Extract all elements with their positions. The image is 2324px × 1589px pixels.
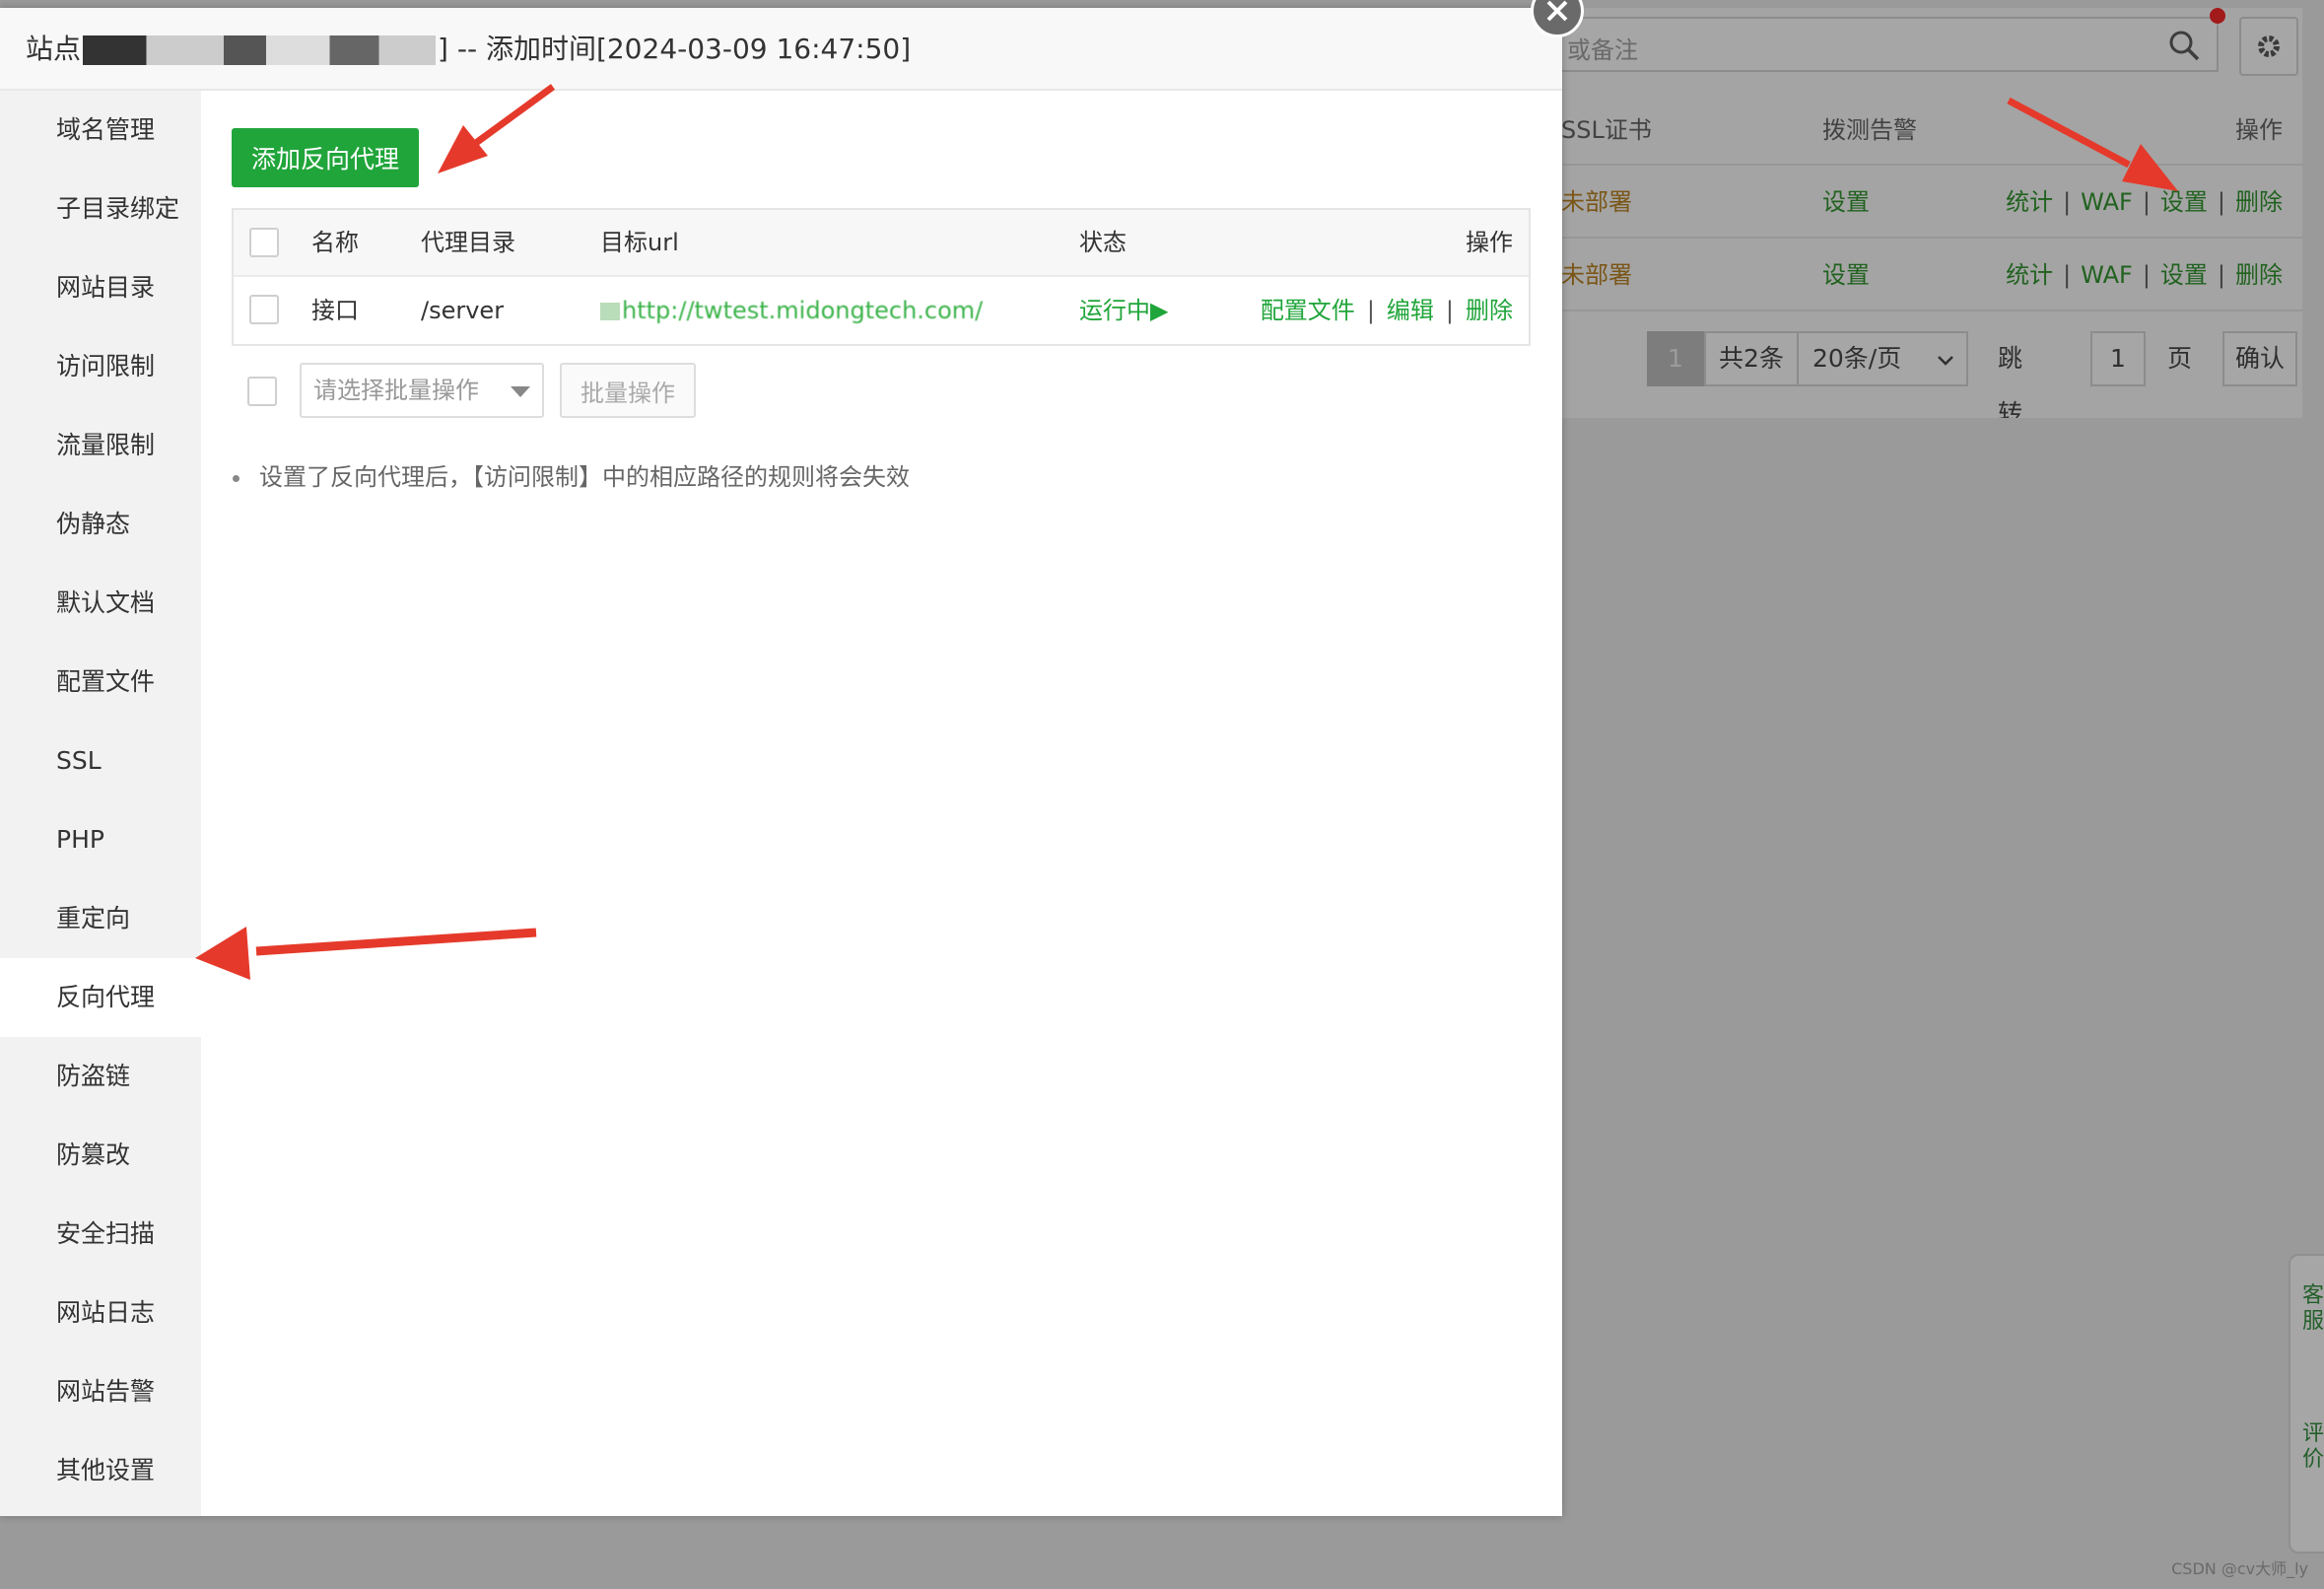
bg-waf-link[interactable]: WAF	[2081, 188, 2133, 216]
gear-icon	[2258, 35, 2280, 57]
url-redaction	[600, 303, 620, 320]
sidebar-item-ssl[interactable]: SSL	[0, 722, 201, 800]
edit-link[interactable]: 编辑	[1387, 297, 1434, 324]
batch-checkbox[interactable]	[247, 377, 277, 406]
target-url: http://twtest.midongtech.com/	[600, 277, 983, 344]
bg-stats-link[interactable]: 统计	[2006, 261, 2053, 289]
sidebar-item-security-scan[interactable]: 安全扫描	[0, 1195, 201, 1274]
sidebar-item-config-file[interactable]: 配置文件	[0, 643, 201, 722]
bg-table-row: 未部署 设置 统计 | WAF | 设置 | 删除	[1561, 239, 2302, 311]
bg-col-ops: 操作	[2235, 116, 2283, 144]
table-header: 名称 代理目录 目标url 状态 操作	[234, 210, 1529, 277]
per-page-select[interactable]: 20条/页	[1797, 331, 1968, 386]
proxy-dir: /server	[421, 297, 505, 324]
bg-stats-link[interactable]: 统计	[2006, 188, 2053, 216]
sidebar-item-reverse-proxy[interactable]: 反向代理	[0, 958, 201, 1037]
title-suffix: ] -- 添加时间[2024-03-09 16:47:50]	[438, 33, 912, 65]
sidebar-item-site-log[interactable]: 网站日志	[0, 1274, 201, 1352]
sidebar-item-subdir[interactable]: 子目录绑定	[0, 170, 201, 248]
bg-delete-link[interactable]: 删除	[2235, 261, 2283, 289]
reverse-proxy-panel: 添加反向代理 名称 代理目录 目标url 状态 操作 接口 /server ht…	[201, 91, 1562, 1516]
bg-ssl-status[interactable]: 未部署	[1561, 239, 1632, 311]
bg-col-alarm: 拨测告警	[1822, 116, 1917, 144]
page-unit: 页	[2167, 344, 2193, 373]
bg-alarm-link[interactable]: 设置	[1822, 239, 1870, 311]
col-target-url: 目标url	[600, 229, 679, 256]
config-file-link[interactable]: 配置文件	[1261, 297, 1355, 324]
row-ops: 配置文件 | 编辑 | 删除	[1261, 277, 1513, 344]
proxy-table: 名称 代理目录 目标url 状态 操作 接口 /server http://tw…	[232, 208, 1531, 346]
sidebar-item-hotlink[interactable]: 防盗链	[0, 1037, 201, 1116]
bg-delete-link[interactable]: 删除	[2235, 188, 2283, 216]
sidebar-item-domain[interactable]: 域名管理	[0, 91, 201, 170]
batch-apply-button[interactable]: 批量操作	[560, 363, 696, 418]
site-settings-modal: 站点 ] -- 添加时间[2024-03-09 16:47:50] 域名管理 子目…	[0, 0, 1584, 1516]
service-label[interactable]: 客服	[2302, 1283, 2324, 1335]
bg-ops: 统计 | WAF | 设置 | 删除	[2006, 188, 2283, 216]
jump-input[interactable]: 1	[2090, 331, 2146, 386]
chevron-down-icon	[1938, 356, 1953, 366]
bg-waf-link[interactable]: WAF	[2081, 261, 2133, 289]
batch-select[interactable]: 请选择批量操作	[300, 363, 544, 418]
col-proxy-dir: 代理目录	[421, 229, 515, 256]
modal-title: 站点 ] -- 添加时间[2024-03-09 16:47:50]	[0, 8, 1562, 91]
table-row: 接口 /server http://twtest.midongtech.com/…	[234, 277, 1529, 344]
redacted-site-address	[83, 35, 437, 65]
bullet-icon	[233, 474, 239, 482]
col-status: 状态	[1079, 229, 1127, 256]
settings-button[interactable]	[2239, 17, 2298, 76]
page-total: 共2条	[1704, 331, 1799, 386]
sidebar-item-default-doc[interactable]: 默认文档	[0, 564, 201, 643]
bg-settings-link[interactable]: 设置	[2160, 261, 2208, 289]
add-reverse-proxy-button[interactable]: 添加反向代理	[232, 128, 419, 187]
ops-separator: |	[1445, 297, 1454, 324]
sidebar-item-other-settings[interactable]: 其他设置	[0, 1431, 201, 1510]
search-box[interactable]: 或备注	[1561, 17, 2219, 72]
note-text: 设置了反向代理后，【访问限制】中的相应路径的规则将会失效	[259, 463, 910, 491]
target-url-text: http://twtest.midongtech.com/	[622, 297, 984, 324]
bg-settings-link[interactable]: 设置	[2160, 188, 2208, 216]
sidebar-item-redirect[interactable]: 重定向	[0, 879, 201, 958]
search-placeholder: 或备注	[1567, 36, 1638, 64]
sidebar-item-tamper-proof[interactable]: 防篡改	[0, 1116, 201, 1195]
notification-dot	[2210, 8, 2225, 24]
bg-table-header: SSL证书 拨测告警 操作	[1561, 97, 2302, 166]
sidebar-item-rewrite[interactable]: 伪静态	[0, 485, 201, 564]
status-running[interactable]: 运行中▶	[1079, 277, 1168, 344]
sidebar-item-access-limit[interactable]: 访问限制	[0, 327, 201, 406]
background-area	[1561, 418, 2324, 1589]
bg-col-ssl: SSL证书	[1561, 116, 1652, 144]
col-ops: 操作	[1466, 229, 1513, 256]
close-icon	[1546, 0, 1568, 22]
delete-link[interactable]: 删除	[1466, 297, 1513, 324]
caret-down-icon	[511, 386, 530, 397]
bg-ops: 统计 | WAF | 设置 | 删除	[2006, 261, 2283, 289]
sidebar-item-site-dir[interactable]: 网站目录	[0, 248, 201, 327]
ops-separator: |	[1366, 297, 1375, 324]
col-name: 名称	[311, 229, 359, 256]
page-current[interactable]: 1	[1647, 331, 1704, 386]
feedback-label[interactable]: 评价	[2302, 1421, 2324, 1473]
batch-select-placeholder: 请选择批量操作	[313, 377, 479, 404]
settings-sidebar: 域名管理 子目录绑定 网站目录 访问限制 流量限制 伪静态 默认文档 配置文件 …	[0, 91, 201, 1516]
jump-confirm-button[interactable]: 确认	[2222, 331, 2297, 386]
bg-ssl-status[interactable]: 未部署	[1561, 166, 1632, 239]
per-page-value: 20条/页	[1812, 344, 1902, 373]
bg-table-row: 未部署 设置 统计 | WAF | 设置 | 删除	[1561, 166, 2302, 239]
sidebar-item-site-alarm[interactable]: 网站告警	[0, 1352, 201, 1431]
row-checkbox[interactable]	[249, 295, 279, 324]
watermark: CSDN @cv大师_ly	[2171, 1559, 2308, 1578]
select-all-checkbox[interactable]	[249, 228, 279, 257]
title-prefix: 站点	[26, 33, 82, 65]
search-icon[interactable]	[2167, 29, 2201, 62]
support-widget[interactable]: 客服 评价	[2289, 1254, 2324, 1554]
sidebar-item-traffic-limit[interactable]: 流量限制	[0, 406, 201, 485]
bg-alarm-link[interactable]: 设置	[1822, 166, 1870, 239]
sidebar-item-php[interactable]: PHP	[0, 800, 201, 879]
proxy-name: 接口	[311, 297, 359, 324]
proxy-note: 设置了反向代理后，【访问限制】中的相应路径的规则将会失效	[233, 457, 910, 492]
